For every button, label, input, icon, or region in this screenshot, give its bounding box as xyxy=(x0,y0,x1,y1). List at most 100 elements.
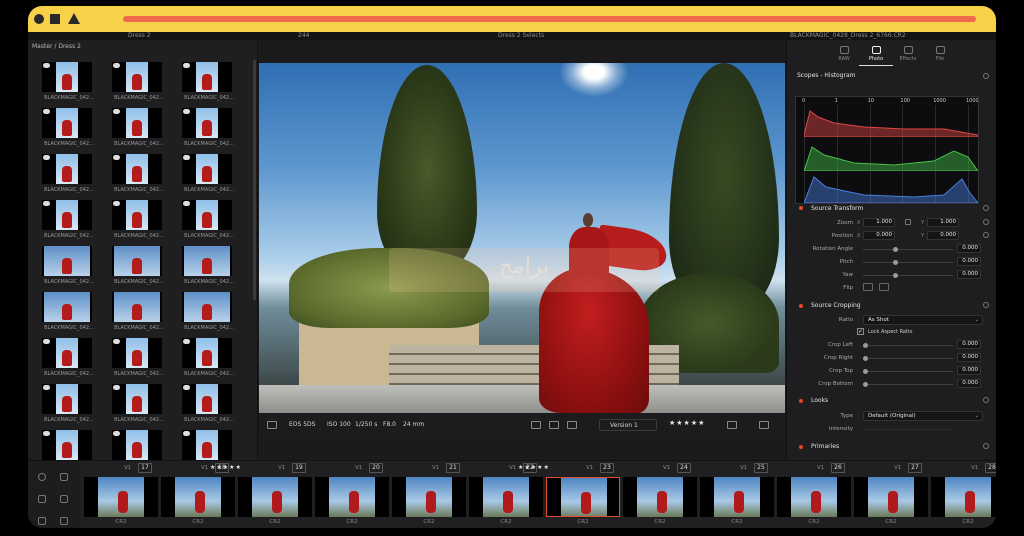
pool-clip[interactable]: BLACKMAGIC_042... xyxy=(108,108,164,152)
crop-right-field[interactable]: 0.000 xyxy=(957,353,981,362)
album-name[interactable]: Dress 2 Selects xyxy=(498,32,544,40)
clip-rating[interactable]: ★★★★★ xyxy=(210,464,250,471)
clip-thumbnail xyxy=(182,154,232,184)
filmstrip-clip[interactable] xyxy=(546,477,620,517)
pool-clip[interactable]: BLACKMAGIC_042... xyxy=(108,200,164,244)
crop-left-slider[interactable] xyxy=(863,343,953,348)
pitch-field[interactable]: 0.000 xyxy=(957,257,981,266)
crop-bottom-field[interactable]: 0.000 xyxy=(957,379,981,388)
tag-icon[interactable] xyxy=(38,517,46,525)
pool-clip[interactable]: BLACKMAGIC_042... xyxy=(38,246,94,290)
clip-thumbnail xyxy=(42,384,92,414)
version-select[interactable]: Version 1 xyxy=(599,419,657,431)
position-y-field[interactable]: 0.000 xyxy=(927,231,959,240)
zoom-y-field[interactable]: 1.000 xyxy=(927,218,959,227)
clip-extension: CR2 xyxy=(654,519,666,525)
looks-reset-icon[interactable] xyxy=(983,397,989,403)
folder-icon[interactable] xyxy=(38,495,46,503)
filmstrip-clip[interactable] xyxy=(931,477,996,517)
image-icon[interactable] xyxy=(549,421,559,429)
sort-icon[interactable] xyxy=(60,517,68,525)
flip-horizontal-icon[interactable] xyxy=(863,283,873,291)
pool-clip[interactable]: BLACKMAGIC_042... xyxy=(178,338,234,382)
pool-clip[interactable]: BLACKMAGIC_042... xyxy=(108,62,164,106)
primaries-reset-icon[interactable] xyxy=(983,443,989,449)
yaw-field[interactable]: 0.000 xyxy=(957,270,981,279)
filmstrip-clip[interactable] xyxy=(469,477,543,517)
position-x-field[interactable]: 0.000 xyxy=(863,231,895,240)
filmstrip-clip[interactable] xyxy=(161,477,235,517)
pool-clip[interactable]: BLACKMAGIC_042... xyxy=(38,62,94,106)
viewer-image[interactable]: برامج xyxy=(259,63,785,413)
pool-clip[interactable]: BLACKMAGIC_042... xyxy=(108,292,164,336)
pool-clip[interactable]: BLACKMAGIC_042... xyxy=(38,200,94,244)
filmstrip-clip[interactable] xyxy=(623,477,697,517)
zoom-x-field[interactable]: 1.000 xyxy=(863,218,895,227)
clip-rating[interactable]: ★★★★★ xyxy=(518,464,558,471)
link-icon[interactable] xyxy=(905,219,911,225)
scope-options-icon[interactable] xyxy=(983,73,989,79)
crop-reset-icon[interactable] xyxy=(983,302,989,308)
pool-clip[interactable]: BLACKMAGIC_042... xyxy=(108,384,164,428)
filmstrip-clip[interactable] xyxy=(315,477,389,517)
inspector-tab-raw[interactable]: RAW xyxy=(827,44,861,66)
reset-icon[interactable] xyxy=(983,205,989,211)
grid-icon[interactable] xyxy=(267,421,277,429)
filmstrip-clip[interactable] xyxy=(392,477,466,517)
color-tag-icon[interactable] xyxy=(759,421,769,429)
pool-clip[interactable]: BLACKMAGIC_042... xyxy=(38,384,94,428)
filmstrip-clip[interactable] xyxy=(854,477,928,517)
bin-name[interactable]: Dress 2 xyxy=(128,32,151,40)
inspector-tab-effects[interactable]: Effects xyxy=(891,44,925,66)
rotation-slider[interactable] xyxy=(863,247,953,252)
position-reset-icon[interactable] xyxy=(983,232,989,238)
pool-clip[interactable]: BLACKMAGIC_042... xyxy=(178,384,234,428)
yaw-slider[interactable] xyxy=(863,273,953,278)
pool-clip[interactable]: BLACKMAGIC_042... xyxy=(178,62,234,106)
close-compare-icon[interactable] xyxy=(567,421,577,429)
pool-clip[interactable]: BLACKMAGIC_042... xyxy=(178,246,234,290)
inspector-tab-photo[interactable]: Photo xyxy=(859,44,893,66)
star-icon[interactable] xyxy=(60,473,68,481)
pool-clip[interactable]: BLACKMAGIC_042... xyxy=(108,246,164,290)
primaries-title[interactable]: Primaries xyxy=(811,443,839,450)
pool-clip[interactable]: BLACKMAGIC_042... xyxy=(108,154,164,198)
crop-right-slider[interactable] xyxy=(863,356,953,361)
crop-top-slider[interactable] xyxy=(863,369,953,374)
intensity-slider[interactable] xyxy=(863,429,953,430)
pool-clip[interactable]: BLACKMAGIC_042... xyxy=(38,108,94,152)
pool-clip[interactable]: BLACKMAGIC_042... xyxy=(178,108,234,152)
zoom-reset-icon[interactable] xyxy=(983,219,989,225)
inspector-tab-file[interactable]: File xyxy=(923,44,957,66)
compare-icon[interactable] xyxy=(531,421,541,429)
pool-clip[interactable]: BLACKMAGIC_042... xyxy=(38,292,94,336)
pool-clip[interactable]: BLACKMAGIC_042... xyxy=(38,338,94,382)
heart-icon[interactable] xyxy=(38,473,46,481)
source-transform-title[interactable]: Source Transform xyxy=(811,205,863,212)
crop-left-field[interactable]: 0.000 xyxy=(957,340,981,349)
filmstrip-clip[interactable] xyxy=(777,477,851,517)
rating-stars[interactable]: ★★★★★ xyxy=(669,419,705,427)
pool-clip[interactable]: BLACKMAGIC_042... xyxy=(178,154,234,198)
filmstrip-clip[interactable] xyxy=(700,477,774,517)
rotation-field[interactable]: 0.000 xyxy=(957,244,981,253)
source-cropping-title[interactable]: Source Cropping xyxy=(811,302,861,309)
pool-scrollbar[interactable] xyxy=(253,60,256,300)
pool-clip[interactable]: BLACKMAGIC_042... xyxy=(178,200,234,244)
looks-title[interactable]: Looks xyxy=(811,397,828,404)
pitch-slider[interactable] xyxy=(863,260,953,265)
filmstrip-clip[interactable] xyxy=(84,477,158,517)
look-type-select[interactable]: Default (Original) ⌄ xyxy=(863,411,983,421)
flag-icon[interactable] xyxy=(727,421,737,429)
flip-vertical-icon[interactable] xyxy=(879,283,889,291)
stack-icon[interactable] xyxy=(60,495,68,503)
filmstrip-clip[interactable] xyxy=(238,477,312,517)
lock-aspect-checkbox[interactable]: ✓ xyxy=(857,328,864,335)
crop-top-field[interactable]: 0.000 xyxy=(957,366,981,375)
pool-clip[interactable]: BLACKMAGIC_042... xyxy=(178,292,234,336)
pool-clip[interactable]: BLACKMAGIC_042... xyxy=(108,338,164,382)
pool-clip[interactable]: BLACKMAGIC_042... xyxy=(38,154,94,198)
ratio-select[interactable]: As Shot ⌄ xyxy=(863,315,983,325)
pool-breadcrumb[interactable]: Master / Dress 2 xyxy=(32,43,81,50)
crop-bottom-slider[interactable] xyxy=(863,382,953,387)
